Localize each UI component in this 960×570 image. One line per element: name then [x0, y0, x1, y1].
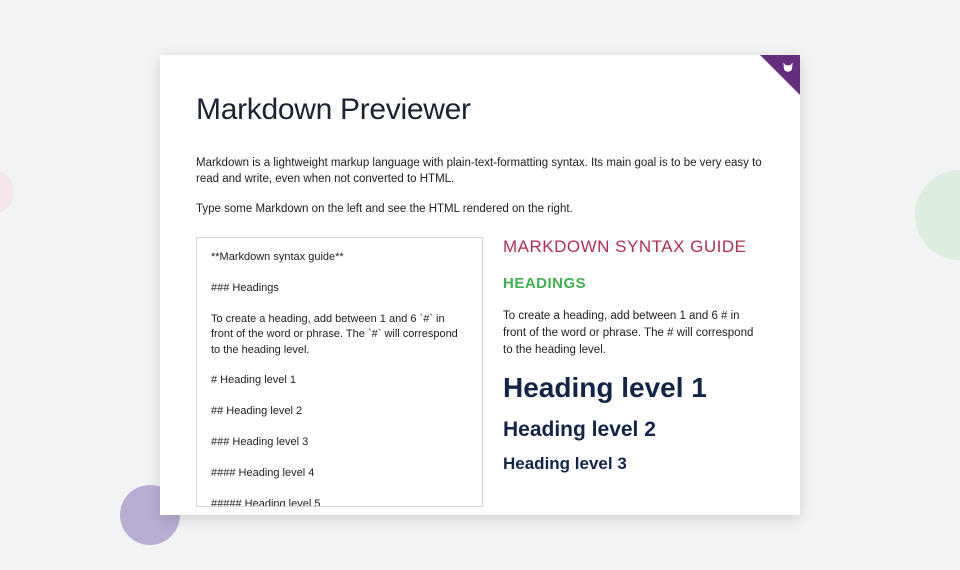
preview-bold-title: Markdown syntax guide: [503, 237, 760, 257]
preview-paragraph: To create a heading, add between 1 and 6…: [503, 308, 760, 358]
preview-heading-level-2: Heading level 2: [503, 418, 760, 442]
decorative-circle-green: [915, 170, 960, 260]
panels-row: **Markdown syntax guide** ### Headings T…: [196, 237, 764, 507]
preview-heading-level-1: Heading level 1: [503, 372, 760, 404]
page-title: Markdown Previewer: [196, 93, 764, 127]
cat-icon: [781, 60, 795, 74]
app-card: Markdown Previewer Markdown is a lightwe…: [160, 55, 800, 515]
html-preview: Markdown syntax guide Headings To create…: [499, 237, 764, 507]
decorative-circle-pink: [0, 170, 14, 214]
preview-heading-level-3: Heading level 3: [503, 454, 760, 474]
preview-heading-headings: Headings: [503, 275, 760, 292]
content-area: Markdown Previewer Markdown is a lightwe…: [160, 55, 800, 515]
markdown-editor[interactable]: **Markdown syntax guide** ### Headings T…: [196, 237, 483, 507]
intro-paragraph-2: Type some Markdown on the left and see t…: [196, 201, 764, 217]
intro-paragraph-1: Markdown is a lightweight markup languag…: [196, 155, 764, 187]
